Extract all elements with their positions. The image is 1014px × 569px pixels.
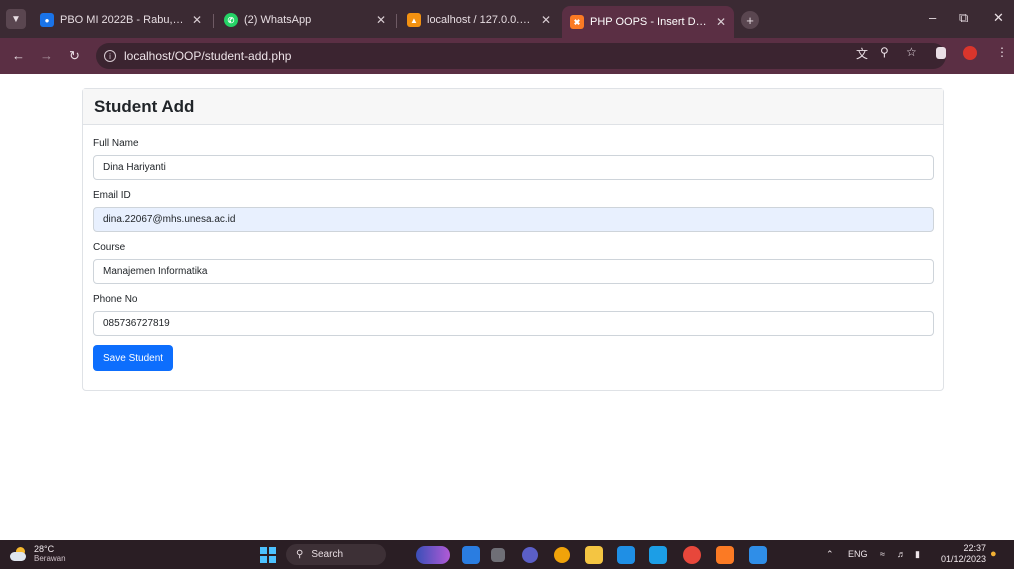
copilot-icon[interactable] <box>462 546 480 564</box>
close-icon[interactable]: ✕ <box>192 13 202 27</box>
full-name-label: Full Name <box>93 138 139 149</box>
language-indicator[interactable]: ENG <box>848 549 868 559</box>
tab-divider <box>213 14 214 28</box>
bookmark-star-icon[interactable]: ☆ <box>906 45 917 59</box>
tab-php-oops-active[interactable]: ✖ PHP OOPS - Insert Data into da ✕ <box>562 6 734 38</box>
course-group: Course Manajemen Informatika <box>93 242 934 284</box>
battery-icon[interactable]: ▮ <box>915 549 920 560</box>
task-view-icon[interactable] <box>491 548 505 562</box>
taskbar-search-label: Search <box>311 549 344 560</box>
wifi-icon[interactable]: ≈ <box>880 549 885 559</box>
restore-icon[interactable]: ⧉ <box>959 10 968 26</box>
address-url[interactable]: localhost/OOP/student-add.php <box>124 49 291 63</box>
course-label: Course <box>93 242 126 253</box>
email-group: Email ID dina.22067@mhs.unesa.ac.id <box>93 190 934 232</box>
tab-title: localhost / 127.0.0.1 / pdo / stu <box>427 14 533 26</box>
windows-start-icon[interactable] <box>260 547 276 563</box>
clock-date: 01/12/2023 <box>940 554 986 564</box>
volume-icon[interactable]: ♬ <box>897 549 906 559</box>
microsoft-store-icon[interactable] <box>617 546 635 564</box>
phone-input[interactable]: 085736727819 <box>93 311 934 336</box>
page-viewport: Student Add Full Name Dina Hariyanti Ema… <box>0 74 1014 540</box>
close-icon[interactable]: ✕ <box>541 13 551 27</box>
widgets-art-icon[interactable] <box>416 546 450 564</box>
address-bar[interactable]: i localhost/OOP/student-add.php <box>96 43 946 69</box>
search-icon: ⚲ <box>296 549 304 560</box>
tab-search-chevron-icon[interactable]: ▼ <box>6 9 26 29</box>
chrome-canary-icon[interactable] <box>554 547 570 563</box>
phone-group: Phone No 085736727819 <box>93 294 934 336</box>
email-input[interactable]: dina.22067@mhs.unesa.ac.id <box>93 207 934 232</box>
back-arrow-icon[interactable]: ← <box>12 48 25 63</box>
close-icon[interactable]: ✕ <box>376 13 386 27</box>
close-icon[interactable]: ✕ <box>716 15 726 29</box>
tab-pbo-classroom[interactable]: ● PBO MI 2022B - Rabu, 10:20 - 1 ✕ <box>32 6 210 34</box>
system-clock[interactable]: 22:37 01/12/2023 <box>940 543 986 565</box>
tray-chevron-icon[interactable]: ⌃ <box>826 549 834 560</box>
phpmyadmin-icon: ▲ <box>407 13 421 27</box>
page-title: Student Add <box>94 96 195 116</box>
tab-title: PHP OOPS - Insert Data into da <box>590 16 708 28</box>
window-close-icon[interactable]: ✕ <box>993 10 1004 26</box>
email-label: Email ID <box>93 190 131 201</box>
zoom-icon[interactable]: ⚲ <box>880 45 889 59</box>
tab-title: PBO MI 2022B - Rabu, 10:20 - 1 <box>60 14 184 26</box>
tab-divider <box>396 14 397 28</box>
site-info-icon[interactable]: i <box>104 50 116 62</box>
full-name-input[interactable]: Dina Hariyanti <box>93 155 934 180</box>
tab-phpmyadmin[interactable]: ▲ localhost / 127.0.0.1 / pdo / stu ✕ <box>399 6 559 34</box>
clock-time: 22:37 <box>963 543 986 553</box>
weather-desc: Berawan <box>34 554 66 563</box>
forward-arrow-icon[interactable]: → <box>40 48 53 63</box>
translate-icon[interactable]: 文 <box>856 45 868 62</box>
course-input[interactable]: Manajemen Informatika <box>93 259 934 284</box>
whatsapp-icon: ✆ <box>224 13 238 27</box>
student-add-card: Student Add Full Name Dina Hariyanti Ema… <box>82 88 944 391</box>
new-tab-button[interactable]: + <box>741 11 759 29</box>
profile-avatar-icon[interactable] <box>963 46 977 60</box>
teams-icon[interactable] <box>522 547 538 563</box>
side-panel-icon[interactable] <box>936 47 946 59</box>
card-header: Student Add <box>83 89 943 125</box>
browser-tab-strip: ▼ ● PBO MI 2022B - Rabu, 10:20 - 1 ✕ ✆ (… <box>0 0 1014 38</box>
taskbar-search[interactable]: ⚲ Search <box>286 544 386 565</box>
tab-whatsapp[interactable]: ✆ (2) WhatsApp ✕ <box>216 6 394 34</box>
weather-widget[interactable]: 28°C Berawan <box>10 544 66 564</box>
save-student-button[interactable]: Save Student <box>93 345 174 371</box>
weather-temp: 28°C <box>34 544 55 554</box>
minimize-icon[interactable]: – <box>929 10 936 25</box>
mail-icon[interactable] <box>649 546 667 564</box>
menu-kebab-icon[interactable]: ⋮ <box>996 45 1008 59</box>
chrome-icon[interactable] <box>683 546 701 564</box>
notification-bell-icon[interactable]: ● <box>990 548 997 560</box>
phone-label: Phone No <box>93 294 138 305</box>
vscode-icon[interactable] <box>749 546 767 564</box>
windows-taskbar: 28°C Berawan ⚲ Search ⌃ ENG ≈ ♬ ▮ 22:37 … <box>0 540 1014 569</box>
reload-icon[interactable]: ↻ <box>69 48 80 64</box>
file-explorer-icon[interactable] <box>585 546 603 564</box>
xampp-taskbar-icon[interactable] <box>716 546 734 564</box>
full-name-group: Full Name Dina Hariyanti <box>93 138 934 180</box>
xampp-icon: ✖ <box>570 15 584 29</box>
classroom-icon: ● <box>40 13 54 27</box>
tab-title: (2) WhatsApp <box>244 14 312 26</box>
cloud-sun-icon <box>10 547 28 561</box>
